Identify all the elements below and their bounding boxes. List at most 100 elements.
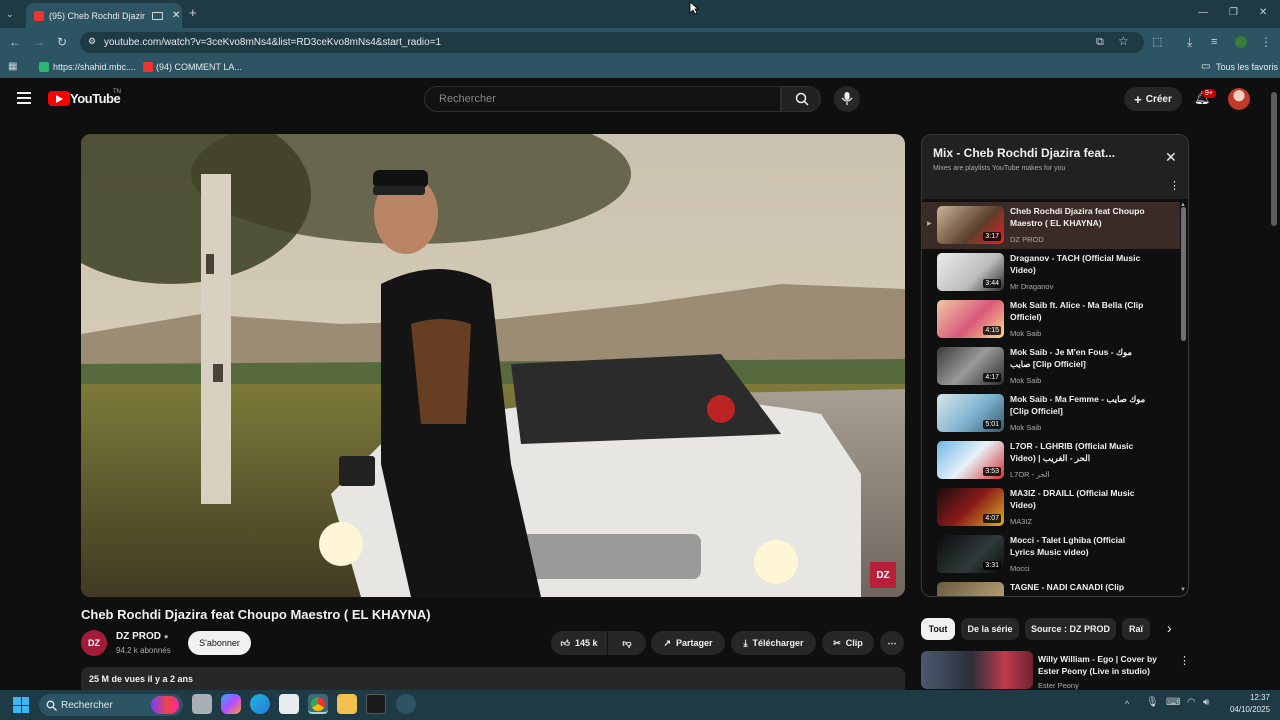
system-clock[interactable]: 12:37 04/10/2025 (1222, 692, 1270, 716)
bookmark-comment[interactable]: (94) COMMENT LA... (156, 62, 242, 72)
search-input[interactable]: Rechercher (424, 86, 781, 112)
edge-icon[interactable] (250, 694, 270, 714)
reload-icon[interactable]: ↻ (57, 35, 67, 49)
playlist-item[interactable]: 3:53 L7OR - LGHRIB (Official Music Video… (922, 437, 1180, 484)
media-control-icon[interactable]: ≡ (1211, 35, 1217, 49)
playlist-scrollbar[interactable] (1181, 207, 1186, 341)
close-playlist-icon[interactable]: ✕ (1165, 149, 1177, 166)
subscriber-count: 94,2 k abonnés (116, 646, 171, 655)
channel-watermark[interactable]: DZ (870, 562, 896, 588)
chip-rai[interactable]: Raï (1122, 618, 1150, 640)
bookmark-shahid[interactable]: https://shahid.mbc.... (53, 62, 136, 72)
more-actions-button[interactable]: ⋯ (880, 631, 904, 655)
clip-button[interactable]: ✂ Clip (822, 631, 874, 655)
volume-icon[interactable]: 🔊︎ (1203, 696, 1209, 710)
menu-icon[interactable] (17, 92, 31, 104)
playlist-title[interactable]: Mix - Cheb Rochdi Djazira feat... (933, 146, 1115, 160)
playlist-item-title: TAGNE - NADI CANADI (Clip Officiel) (1010, 582, 1125, 596)
recommendation-channel[interactable]: Ester Peony (1038, 681, 1079, 690)
keyboard-icon[interactable]: ⌨ (1166, 696, 1180, 710)
profile-avatar[interactable] (1235, 36, 1247, 48)
browser-tab[interactable]: (95) Cheb Rochdi Djazira fe... ✕ (26, 3, 182, 28)
playlist-item[interactable]: 4:15 Mok Saib ft. Alice - Ma Bella (Clip… (922, 296, 1180, 343)
chip-next-icon[interactable]: › (1167, 620, 1172, 636)
download-label: Télécharger (752, 638, 804, 648)
site-info-icon[interactable]: ⚙ (88, 36, 96, 47)
chip-source[interactable]: Source : DZ PROD (1025, 618, 1116, 640)
close-window-icon[interactable]: ✕ (1259, 6, 1267, 20)
extensions-icon[interactable]: ⬚ (1152, 35, 1162, 49)
search-button[interactable] (781, 86, 821, 112)
install-app-icon[interactable]: ⧉ (1096, 35, 1104, 49)
capcut-icon[interactable] (366, 694, 386, 714)
download-button[interactable]: ⤓ Télécharger (731, 631, 816, 655)
tray-expand-icon[interactable]: ^ (1125, 697, 1129, 711)
scroll-up-icon[interactable]: ▲ (1180, 202, 1186, 208)
tab-search-icon[interactable]: ⌄ (6, 7, 14, 21)
playlist-item-title: MA3IZ - DRAILL (Official Music Video) (1010, 488, 1135, 510)
subscribe-button[interactable]: S'abonner (188, 631, 251, 655)
chrome-icon (311, 697, 325, 711)
playlist-item[interactable]: 4:17 Mok Saib - Je M'en Fous - موك صايب … (922, 343, 1180, 390)
voice-search-button[interactable] (834, 86, 860, 112)
video-player[interactable]: DZ (81, 134, 905, 597)
chip-series[interactable]: De la série (961, 618, 1019, 640)
copilot-icon[interactable] (221, 694, 241, 714)
playlist-item[interactable]: 3:44 Draganov - TACH (Official Music Vid… (922, 249, 1180, 296)
browser-menu-icon[interactable]: ⋮ (1260, 35, 1272, 49)
forward-icon[interactable]: → (33, 35, 45, 49)
clock-time: 12:37 (1249, 693, 1270, 702)
playlist-item[interactable]: TAGNE - NADI CANADI (Clip Officiel) (922, 578, 1180, 596)
wifi-icon[interactable]: ◠ (1187, 696, 1196, 710)
youtube-logo-icon[interactable] (48, 91, 70, 106)
create-button[interactable]: + Créer (1124, 87, 1182, 111)
app-icon[interactable] (396, 694, 416, 714)
recommendation-title[interactable]: Willy William - Ego | Cover by Ester Peo… (1038, 653, 1168, 677)
playlist-item-channel: Mok Saib (1010, 423, 1042, 432)
address-bar[interactable]: ⚙ youtube.com/watch?v=3ceKvo8mNs4&list=R… (80, 32, 1144, 53)
user-avatar[interactable] (1228, 88, 1250, 110)
channel-name[interactable]: DZ PROD ● (116, 631, 169, 642)
microphone-tray-icon[interactable]: 🎙︎ (1146, 696, 1159, 710)
scroll-down-icon[interactable]: ▼ (1180, 587, 1186, 593)
channel-avatar[interactable]: DZ (81, 630, 107, 656)
task-view-icon[interactable] (192, 694, 212, 714)
page-scrollbar[interactable] (1271, 92, 1277, 226)
recommendation-thumbnail[interactable] (921, 651, 1033, 689)
close-tab-icon[interactable]: ✕ (172, 10, 180, 21)
store-icon[interactable] (279, 694, 299, 714)
playlist-item[interactable]: 3:31 Mocci - Talet Lghiba (Official Lyri… (922, 531, 1180, 578)
apps-icon[interactable]: ▦ (8, 60, 17, 74)
plus-icon: + (1134, 91, 1142, 107)
download-icon: ⤓ (743, 637, 748, 648)
all-favorites[interactable]: Tous les favoris (1216, 62, 1278, 72)
playlist-item[interactable]: 5:01 Mok Saib - Ma Femme - موك صايب [Cli… (922, 390, 1180, 437)
maximize-icon[interactable]: ❐ (1229, 6, 1238, 20)
share-icon: ↗ (663, 637, 671, 648)
file-explorer-icon[interactable] (337, 694, 357, 714)
share-button[interactable]: ↗ Partager (651, 631, 725, 655)
duration: 5:01 (983, 420, 1001, 429)
youtube-favicon-icon (34, 10, 44, 21)
chrome-taskbar-button[interactable] (308, 694, 328, 714)
download-icon[interactable]: ⤓ (1187, 35, 1192, 49)
minimize-icon[interactable]: — (1198, 6, 1208, 20)
media-icon[interactable] (152, 11, 163, 20)
back-icon[interactable]: ← (9, 35, 21, 49)
playlist-menu-icon[interactable]: ⋮ (1169, 179, 1180, 192)
recommendation-menu-icon[interactable]: ⋮ (1179, 654, 1190, 667)
like-button[interactable]: 👍︎ 145 k (551, 631, 607, 655)
youtube-bookmark-icon (143, 62, 153, 72)
new-tab-icon[interactable]: + (189, 6, 197, 20)
playlist-thumbnail: 3:17 (937, 206, 1004, 244)
playlist-item-channel: Mok Saib (1010, 376, 1042, 385)
notification-badge: 9+ (1202, 89, 1216, 98)
playlist-item[interactable]: ▶ 3:17 Cheb Rochdi Djazira feat Choupo M… (922, 202, 1180, 249)
bookmark-star-icon[interactable]: ☆ (1118, 34, 1129, 48)
dislike-button[interactable]: 👎︎ (608, 631, 646, 655)
thumbs-down-icon: 👎︎ (622, 637, 632, 648)
taskbar-search[interactable]: Rechercher (39, 694, 183, 716)
windows-start-icon[interactable] (13, 697, 29, 713)
playlist-item[interactable]: 4:07 MA3IZ - DRAILL (Official Music Vide… (922, 484, 1180, 531)
chip-all[interactable]: Tout (921, 618, 955, 640)
